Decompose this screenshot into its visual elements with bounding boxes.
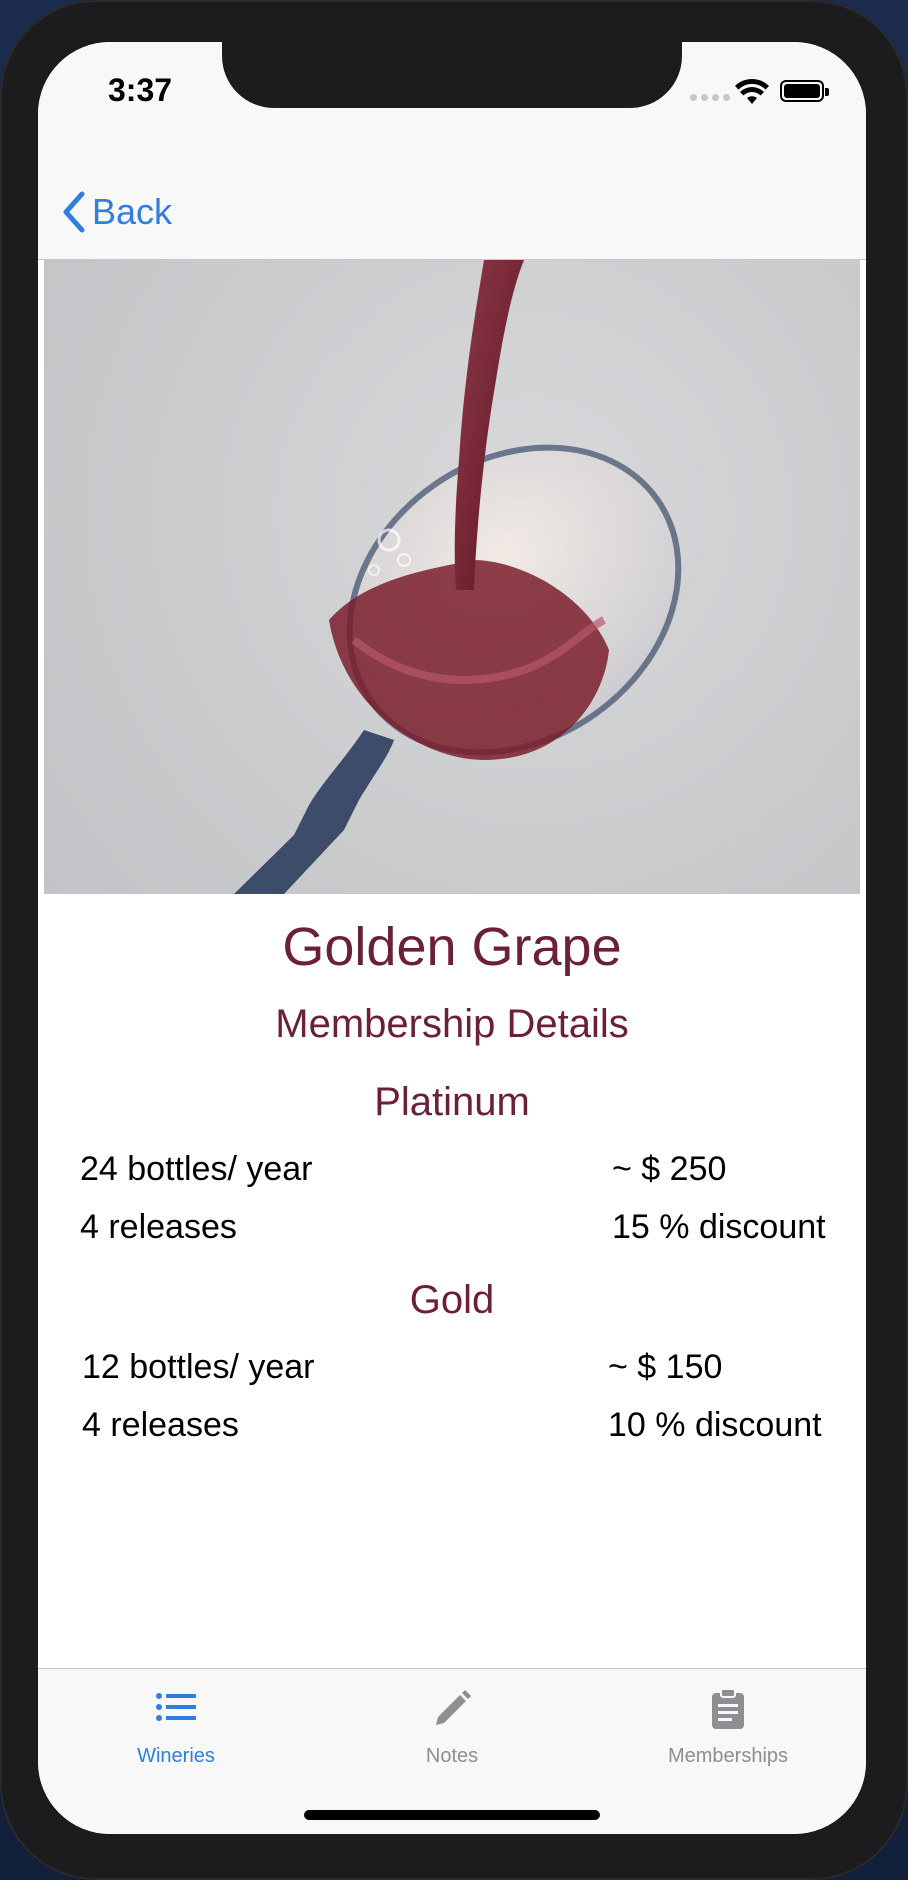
status-time: 3:37: [108, 72, 173, 108]
tab-label-wineries: Wineries: [137, 1745, 215, 1767]
pencil-icon: [436, 1690, 471, 1725]
tier-discount: 10 % discount: [608, 1406, 822, 1444]
tier-bottles: 24 bottles/ year: [80, 1150, 313, 1188]
tier-bottles: 12 bottles/ year: [82, 1348, 315, 1386]
tier-price: ~ $ 150: [608, 1348, 723, 1386]
tab-label-memberships: Memberships: [667, 1745, 789, 1767]
tier-title-gold: Gold: [409, 1278, 495, 1322]
tab-notes[interactable]: Notes: [332, 1687, 572, 1768]
tab-wineries[interactable]: Wineries: [56, 1687, 296, 1768]
wine-pour-illustration: [234, 260, 682, 894]
tier-releases: 4 releases: [82, 1406, 239, 1444]
clipboard-icon: [712, 1688, 744, 1729]
app-screen: 3:37 Back Golden Grape Membership Detail…: [38, 42, 866, 1834]
tab-label-notes: Notes: [425, 1745, 479, 1767]
tier-title-platinum: Platinum: [374, 1080, 530, 1124]
device-notch: [222, 42, 682, 108]
battery-icon: [780, 80, 829, 102]
tab-memberships[interactable]: Memberships: [608, 1687, 848, 1768]
navigation-bar: Back: [38, 152, 866, 260]
wine-glass-image: [44, 260, 860, 894]
tier-price: ~ $ 250: [612, 1150, 727, 1188]
home-indicator[interactable]: [304, 1810, 600, 1820]
list-icon: [156, 1693, 196, 1721]
tier-releases: 4 releases: [80, 1208, 237, 1246]
section-title: Membership Details: [275, 1002, 629, 1046]
cellular-signal-icon: [690, 94, 730, 101]
back-button[interactable]: Back: [60, 190, 172, 234]
wifi-icon: [735, 78, 769, 104]
winery-name: Golden Grape: [282, 917, 622, 977]
chevron-left-icon: [63, 191, 85, 233]
tier-discount: 15 % discount: [612, 1208, 826, 1246]
device-frame: 3:37 Back Golden Grape Membership Detail…: [0, 0, 908, 1880]
back-label: Back: [92, 191, 173, 232]
